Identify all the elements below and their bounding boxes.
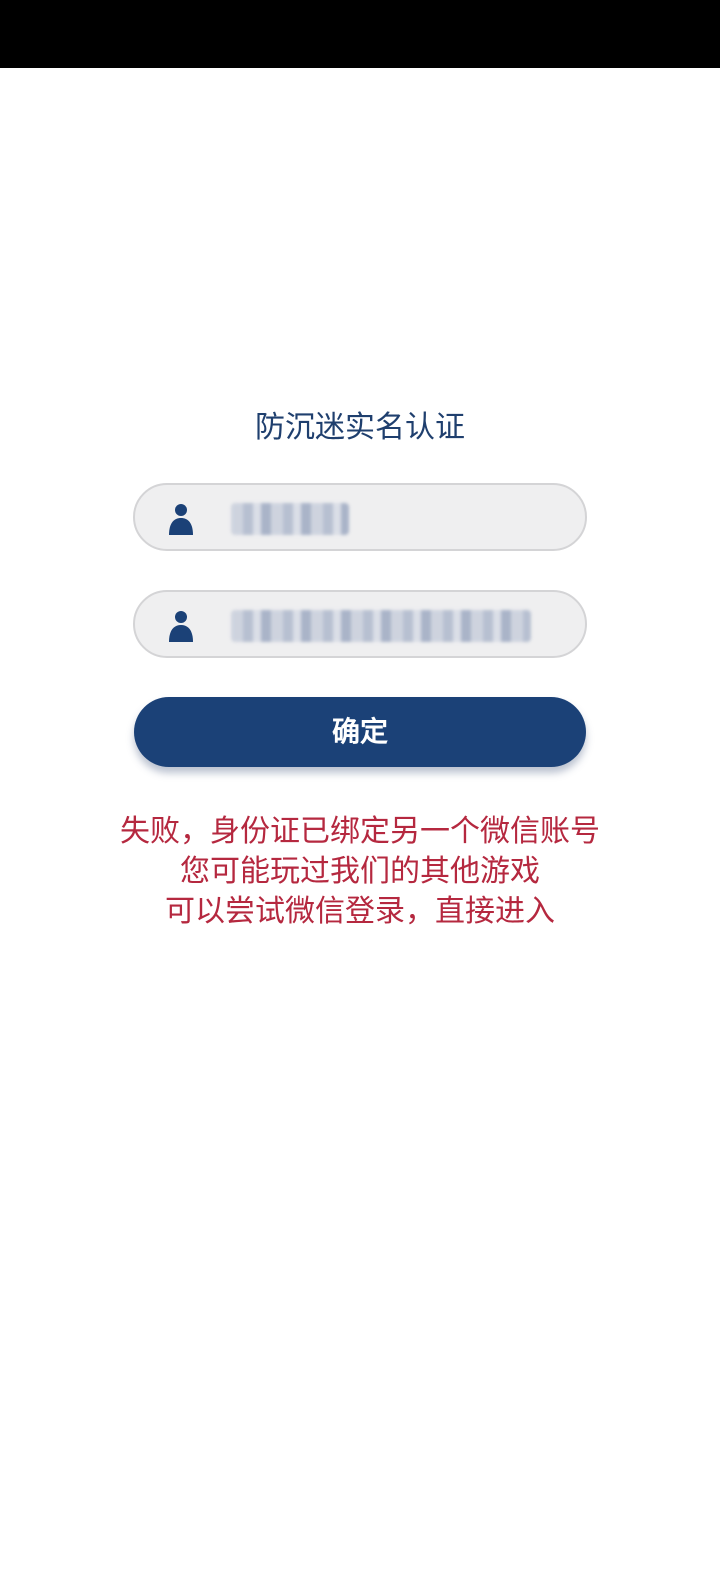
error-message-line: 您可能玩过我们的其他游戏: [180, 854, 540, 889]
user-icon: [169, 611, 193, 642]
error-message: 失败，身份证已绑定另一个微信账号 您可能玩过我们的其他游戏 可以尝试微信登录，直…: [0, 812, 720, 932]
page-title: 防沉迷实名认证: [255, 410, 465, 445]
id-number-value-blurred: [231, 610, 531, 642]
name-value-blurred: [231, 503, 349, 535]
status-bar: [0, 0, 720, 68]
id-number-input[interactable]: [133, 590, 587, 658]
confirm-button[interactable]: 确定: [134, 697, 586, 767]
user-icon: [169, 504, 193, 535]
error-message-line: 失败，身份证已绑定另一个微信账号: [120, 814, 600, 849]
error-message-line: 可以尝试微信登录，直接进入: [165, 894, 555, 929]
name-input[interactable]: [133, 483, 587, 551]
